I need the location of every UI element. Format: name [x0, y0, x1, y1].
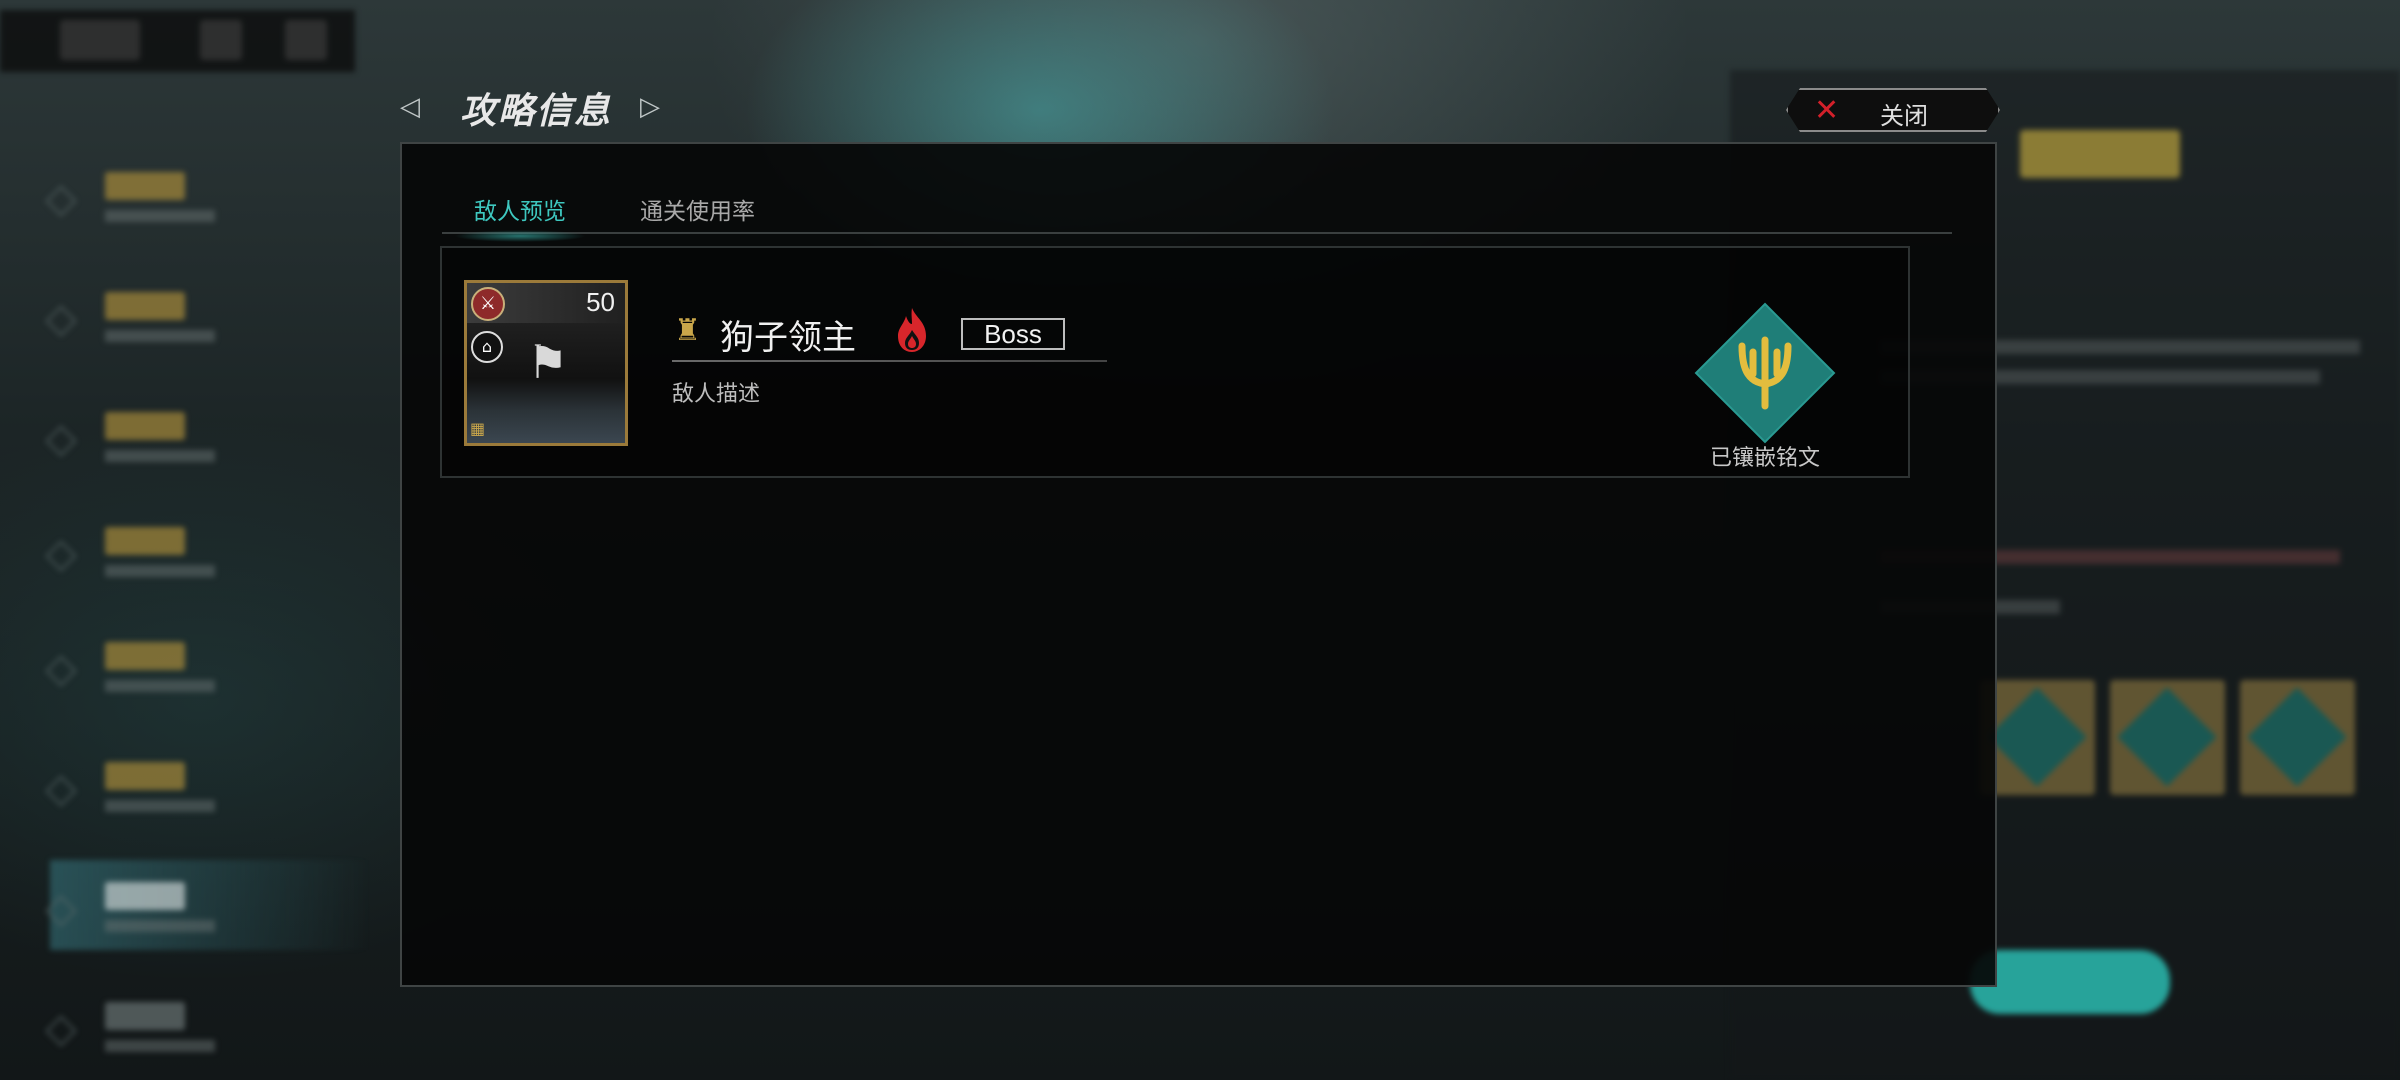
tab-bar: 敌人预览 通关使用率 — [442, 184, 1952, 242]
tab-enemy-preview[interactable]: 敌人预览 — [454, 192, 586, 242]
close-button[interactable]: ✕ 关闭 — [1786, 88, 2000, 132]
background-stage-item — [45, 505, 370, 595]
fire-icon — [898, 308, 926, 352]
dialog-header: ◁ 攻略信息 ▷ — [400, 78, 700, 134]
trident-rune-icon[interactable] — [1692, 300, 1838, 446]
enemy-name: 狗子领主 — [720, 318, 856, 358]
enemy-portrait[interactable]: ⚔ 50 ⌂ ⚑ ▦ — [464, 280, 628, 446]
tab-clear-usage-rate[interactable]: 通关使用率 — [640, 192, 755, 226]
sword-icon: ⚔ — [471, 287, 505, 321]
background-stage-item — [45, 980, 370, 1070]
rank-emblem-icon: ♜ — [674, 313, 701, 348]
background-stage-item — [45, 150, 370, 240]
background-rune-slot — [1980, 680, 2095, 795]
flag-icon: ⚑ — [527, 335, 569, 389]
prev-page-arrow-icon[interactable]: ◁ — [400, 92, 420, 122]
close-button-label: 关闭 — [1880, 102, 1928, 130]
background-gold-label — [2020, 130, 2180, 178]
background-stage-item — [45, 270, 370, 360]
background-stage-item-selected — [45, 860, 370, 950]
enemy-card[interactable]: ⚔ 50 ⌂ ⚑ ▦ ♜ 狗子领主 Boss 敌人描述 已镶嵌铭文 — [440, 246, 1910, 478]
background-rune-slot — [2240, 680, 2355, 795]
background-help-button — [200, 20, 242, 60]
background-confirm-button — [1970, 950, 2170, 1014]
rune-status-label: 已镶嵌铭文 — [1709, 446, 1820, 471]
background-rune-slot — [2110, 680, 2225, 795]
background-stage-list — [0, 130, 380, 1080]
boss-tag: Boss — [961, 318, 1065, 350]
background-back-button — [60, 20, 140, 60]
background-menu-button — [285, 20, 327, 60]
rank-corner-icon: ▦ — [470, 419, 486, 438]
enemy-description: 敌人描述 — [672, 382, 761, 407]
name-divider — [672, 360, 1107, 362]
next-page-arrow-icon[interactable]: ▷ — [640, 92, 660, 122]
close-icon: ✕ — [1814, 93, 1840, 128]
dialog-title: 攻略信息 — [460, 90, 613, 132]
background-stage-item — [45, 620, 370, 710]
background-top-bar — [0, 10, 355, 72]
background-stage-item — [45, 390, 370, 480]
background-stage-item — [45, 740, 370, 830]
home-icon: ⌂ — [471, 331, 503, 363]
strategy-info-panel: 敌人预览 通关使用率 ⚔ 50 ⌂ ⚑ ▦ ♜ 狗子领主 Boss 敌人描述 已… — [400, 142, 1997, 987]
enemy-level: 50 — [586, 287, 615, 317]
